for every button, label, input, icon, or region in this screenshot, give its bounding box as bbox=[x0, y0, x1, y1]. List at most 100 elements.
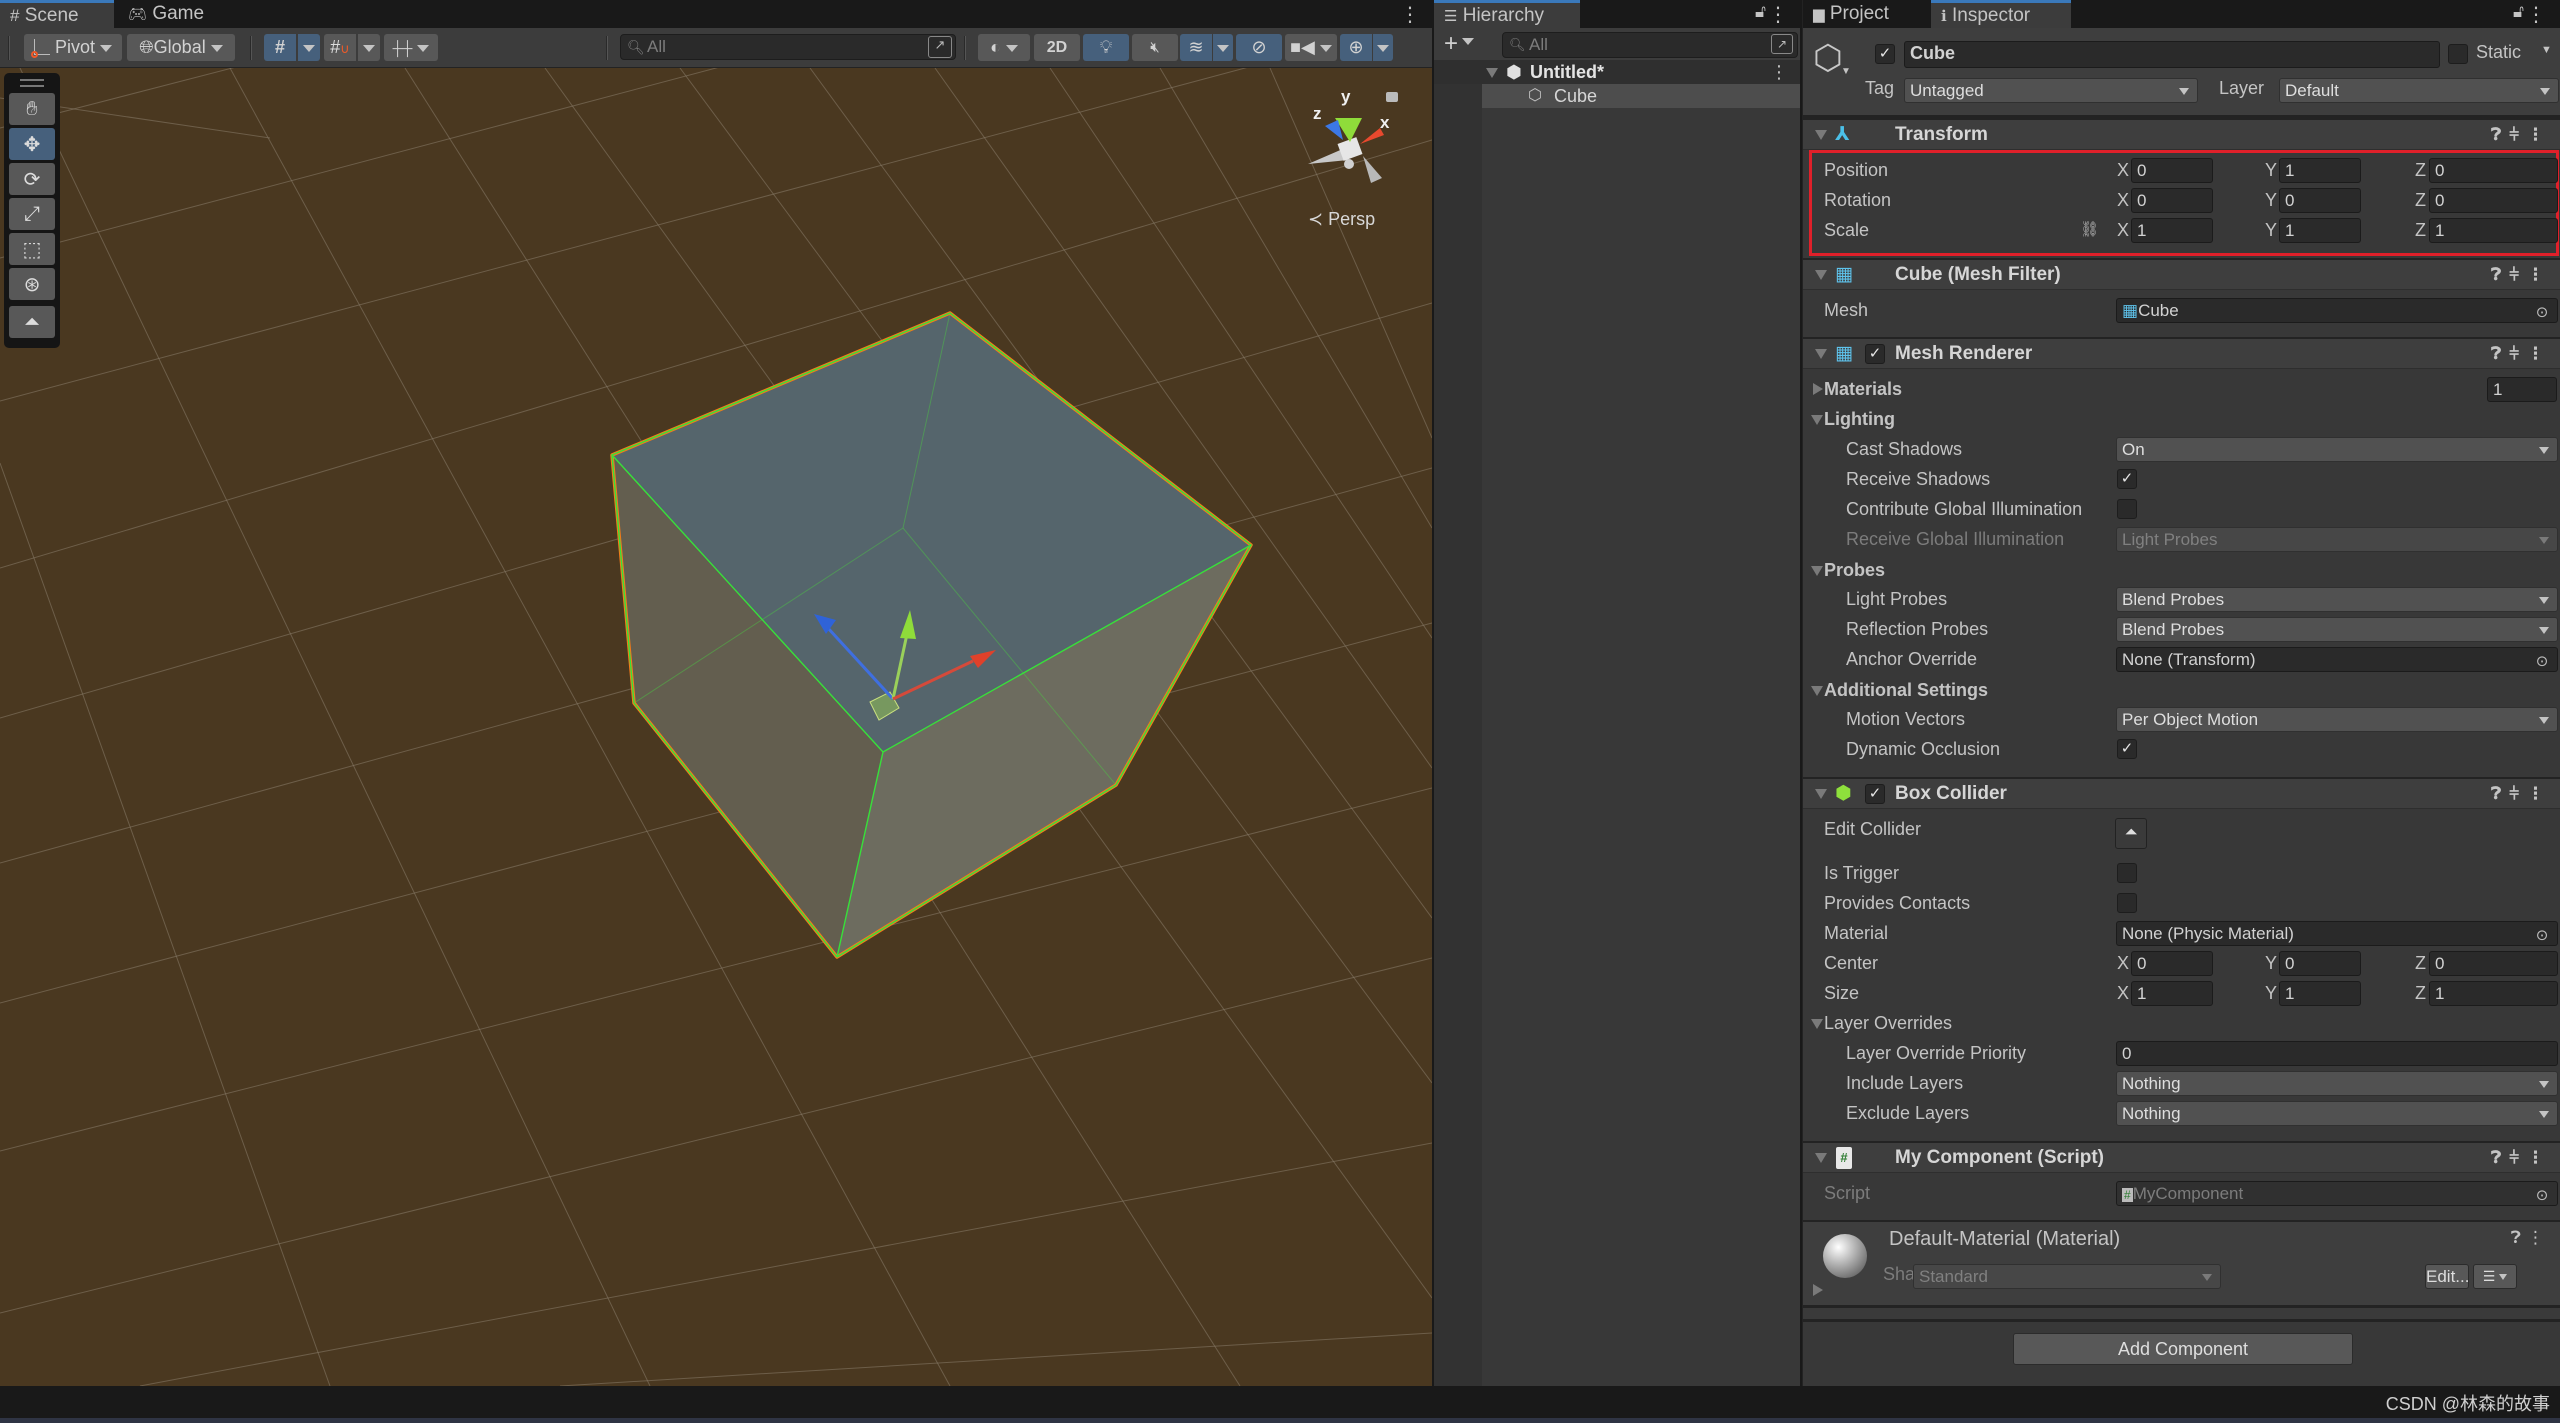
cast-shadows-dropdown[interactable]: On bbox=[2116, 437, 2558, 462]
gizmos-toggle-button[interactable]: ⊕ bbox=[1340, 34, 1372, 61]
snap-options-dropdown[interactable] bbox=[358, 34, 380, 61]
preset-sliders-icon[interactable]: ⫩ bbox=[2509, 784, 2527, 803]
contribute-gi-checkbox[interactable] bbox=[2117, 499, 2137, 519]
grid-snap-button[interactable]: #∪ bbox=[324, 34, 356, 61]
anchor-override-field[interactable]: None (Transform) ⊙ bbox=[2116, 647, 2558, 672]
orientation-gizmo[interactable]: y z x bbox=[1308, 87, 1390, 183]
position-row-y-input[interactable]: 1 bbox=[2279, 158, 2361, 183]
additional-settings-foldout[interactable]: Additional Settings bbox=[1803, 675, 2560, 705]
increment-snap-dropdown[interactable]: ┼┼ bbox=[384, 34, 438, 61]
probes-foldout[interactable]: Probes bbox=[1803, 555, 2560, 585]
object-picker-icon[interactable]: ⊙ bbox=[2531, 924, 2553, 944]
preset-sliders-icon[interactable]: ⫩ bbox=[2509, 125, 2527, 144]
tag-dropdown[interactable]: Untagged bbox=[1904, 78, 2198, 103]
exclude-layers-dropdown[interactable]: Nothing bbox=[2116, 1101, 2558, 1126]
search-expand-icon[interactable]: ↗ bbox=[928, 36, 952, 58]
transform-header[interactable]: ⅄ Transform ❓︎⫩⋮ bbox=[1803, 118, 2560, 150]
my-component-header[interactable]: # My Component (Script) ❓︎⫩⋮ bbox=[1803, 1141, 2560, 1173]
size-row-z-input[interactable]: 1 bbox=[2429, 981, 2558, 1006]
expand-triangle-icon[interactable] bbox=[1815, 349, 1827, 359]
active-checkbox[interactable]: ✓ bbox=[1875, 44, 1895, 64]
preset-sliders-icon[interactable]: ⫩ bbox=[2509, 344, 2527, 363]
pivot-dropdown[interactable]: Pivot bbox=[24, 34, 122, 61]
dynamic-occlusion-checkbox[interactable]: ✓ bbox=[2117, 739, 2137, 759]
gizmos-options-dropdown[interactable] bbox=[1373, 34, 1393, 61]
rotate-tool-button[interactable]: ⟳ bbox=[9, 163, 55, 195]
light-probes-dropdown[interactable]: Blend Probes bbox=[2116, 587, 2558, 612]
move-tool-button[interactable]: ✥ bbox=[9, 128, 55, 160]
shader-options-dropdown[interactable]: ☰ bbox=[2473, 1264, 2517, 1289]
expand-triangle-icon[interactable] bbox=[1813, 383, 1823, 395]
mesh-renderer-header[interactable]: ▦ ✓ Mesh Renderer ❓︎⫩⋮ bbox=[1803, 337, 2560, 369]
scale-row-z-input[interactable]: 1 bbox=[2429, 218, 2558, 243]
palette-grip-icon[interactable] bbox=[20, 79, 44, 87]
scale-row-x-input[interactable]: 1 bbox=[2131, 218, 2213, 243]
lighting-foldout[interactable]: Lighting bbox=[1803, 404, 2560, 434]
camera-settings-dropdown[interactable]: ■◀ bbox=[1285, 34, 1337, 61]
box-collider-header[interactable]: ⬢ ✓ Box Collider ❓︎⫩⋮ bbox=[1803, 777, 2560, 809]
scene-viewport[interactable]: y z x ≺ Persp ✋︎ ✥ ⟳ ⤢ ⬚ ⊛ ⏶ bbox=[0, 68, 1432, 1386]
more-options-icon[interactable]: ⋮ bbox=[1400, 2, 1420, 27]
tab-hierarchy[interactable]: ☰ Hierarchy bbox=[1434, 0, 1580, 28]
hierarchy-item[interactable]: ⬡ Cube bbox=[1482, 84, 1800, 108]
mesh-filter-header[interactable]: ▦ Cube (Mesh Filter) ❓︎⫩⋮ bbox=[1803, 258, 2560, 290]
more-options-icon[interactable]: ⋮ bbox=[2527, 265, 2552, 284]
motion-vectors-dropdown[interactable]: Per Object Motion bbox=[2116, 707, 2558, 732]
scale-row-y-input[interactable]: 1 bbox=[2279, 218, 2361, 243]
preset-sliders-icon[interactable]: ⫩ bbox=[2509, 1148, 2527, 1167]
mesh-object-field[interactable]: ▦Cube ⊙ bbox=[2116, 298, 2558, 323]
scene-canvas[interactable]: y z x bbox=[0, 68, 1432, 1386]
lighting-toggle-button[interactable]: 💡︎ bbox=[1083, 34, 1129, 61]
size-row-x-input[interactable]: 1 bbox=[2131, 981, 2213, 1006]
transform-tool-button[interactable]: ⊛ bbox=[9, 268, 55, 300]
cube-object[interactable] bbox=[610, 311, 1253, 959]
custom-tool-button[interactable]: ⏶ bbox=[9, 306, 55, 338]
layer-overrides-foldout[interactable]: Layer Overrides bbox=[1803, 1008, 2560, 1038]
layer-dropdown[interactable]: Default bbox=[2279, 78, 2559, 103]
hand-tool-button[interactable]: ✋︎ bbox=[9, 93, 55, 125]
tab-game[interactable]: 🎮︎ Game bbox=[118, 0, 218, 28]
material-preview-sphere[interactable] bbox=[1823, 1234, 1867, 1278]
expand-triangle-icon[interactable] bbox=[1815, 270, 1827, 280]
hierarchy-search-input[interactable]: 🔍︎ All ↗ bbox=[1502, 32, 1798, 58]
help-icon[interactable]: ❓︎ bbox=[2491, 265, 2509, 284]
mesh-renderer-enabled-checkbox[interactable]: ✓ bbox=[1865, 344, 1885, 364]
help-icon[interactable]: ❓︎ bbox=[2491, 784, 2509, 803]
constrain-proportions-icon[interactable]: ⛓ bbox=[2080, 215, 2099, 245]
edit-shader-button[interactable]: Edit... bbox=[2425, 1264, 2469, 1289]
more-options-icon[interactable]: ⋮ bbox=[2527, 125, 2552, 144]
expand-triangle-icon[interactable] bbox=[1811, 415, 1823, 425]
preset-sliders-icon[interactable]: ⫩ bbox=[2509, 265, 2527, 284]
center-row-x-input[interactable]: 0 bbox=[2131, 951, 2213, 976]
tab-scene[interactable]: # Scene bbox=[0, 0, 114, 28]
more-options-icon[interactable]: ⋮ bbox=[2526, 2, 2546, 27]
audio-toggle-button[interactable]: 🔇︎ bbox=[1132, 34, 1178, 61]
size-row-y-input[interactable]: 1 bbox=[2279, 981, 2361, 1006]
expand-triangle-icon[interactable] bbox=[1815, 1153, 1827, 1163]
global-dropdown[interactable]: 🌐︎Global bbox=[127, 34, 235, 61]
lock-icon[interactable]: 🔓︎ bbox=[2513, 2, 2524, 22]
help-icon[interactable]: ❓︎ bbox=[2491, 1148, 2509, 1167]
include-layers-dropdown[interactable]: Nothing bbox=[2116, 1071, 2558, 1096]
expand-triangle-icon[interactable] bbox=[1815, 130, 1827, 140]
more-options-icon[interactable]: ⋮ bbox=[2527, 1148, 2552, 1167]
scene-root-row[interactable]: ⬢ Untitled* ⋮ bbox=[1434, 60, 1800, 84]
is-trigger-checkbox[interactable] bbox=[2117, 863, 2137, 883]
help-icon[interactable]: ❓︎ bbox=[2491, 125, 2509, 144]
lock-icon[interactable] bbox=[1386, 92, 1398, 102]
static-dropdown-icon[interactable]: ▼ bbox=[2541, 44, 2552, 56]
projection-toggle[interactable]: ≺ Persp bbox=[1308, 209, 1375, 230]
scale-tool-button[interactable]: ⤢ bbox=[9, 198, 55, 230]
grid-options-dropdown[interactable] bbox=[298, 34, 320, 61]
reflection-probes-dropdown[interactable]: Blend Probes bbox=[2116, 617, 2558, 642]
layer-override-priority-input[interactable]: 0 bbox=[2116, 1041, 2558, 1066]
more-options-icon[interactable]: ⋮ bbox=[2527, 1228, 2550, 1247]
rect-tool-button[interactable]: ⬚ bbox=[9, 233, 55, 265]
object-picker-icon[interactable]: ⊙ bbox=[2531, 650, 2553, 670]
static-checkbox[interactable] bbox=[2448, 44, 2468, 64]
materials-count-input[interactable]: 1 bbox=[2487, 377, 2557, 402]
tab-inspector[interactable]: ℹ︎ Inspector bbox=[1931, 0, 2071, 28]
toolbar-grip[interactable] bbox=[8, 36, 10, 60]
more-options-icon[interactable]: ⋮ bbox=[2527, 784, 2552, 803]
gizmo-back-cone-right[interactable] bbox=[1363, 156, 1382, 183]
